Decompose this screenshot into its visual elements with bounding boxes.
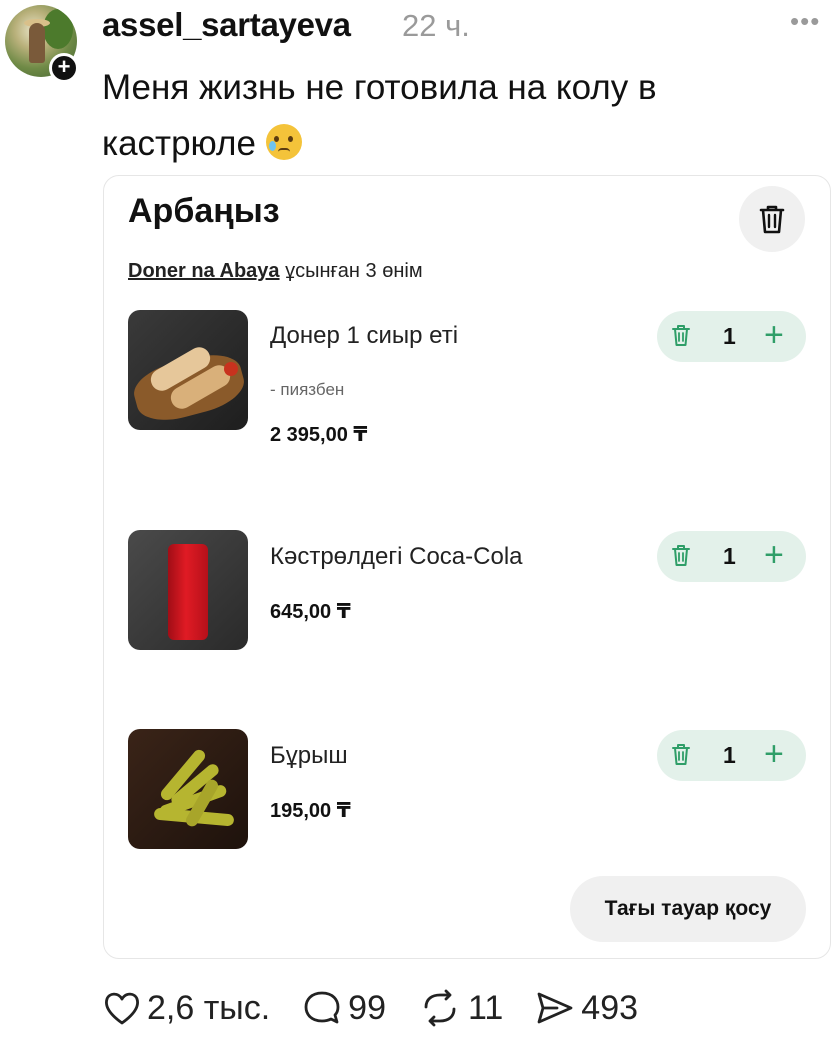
doner-image: [128, 310, 248, 430]
remove-item-trash-icon[interactable]: [671, 743, 691, 772]
pickled-peppers-image: [128, 729, 248, 849]
item-name: Кәстрөлдегі Coca-Cola: [270, 543, 523, 570]
quantity-stepper: 1 +: [657, 311, 806, 362]
cart-card: Арбаңыз Doner na Abaya ұсынған 3 өнім До…: [103, 175, 831, 959]
coca-cola-can-image: [128, 530, 248, 650]
post-time: 22 ч.: [402, 8, 470, 43]
quantity-stepper: 1 +: [657, 730, 806, 781]
plus-icon[interactable]: +: [764, 536, 784, 574]
comment-count: 99: [348, 988, 386, 1027]
clear-cart-button[interactable]: [739, 186, 805, 252]
heart-icon: [105, 992, 139, 1025]
quantity-value: 1: [723, 323, 736, 349]
item-name: Бұрыш: [270, 742, 348, 769]
comment-icon: [304, 991, 340, 1024]
like-button[interactable]: 2,6 тыс.: [103, 989, 270, 1028]
post-action-bar: 2,6 тыс. 99 11 493: [103, 985, 670, 1031]
item-name: Донер 1 сиыр еті: [270, 322, 459, 349]
plus-icon[interactable]: +: [764, 735, 784, 773]
repost-icon: [424, 989, 456, 1027]
cart-title: Арбаңыз: [128, 192, 280, 230]
follow-plus-icon[interactable]: +: [49, 53, 79, 83]
more-horizontal-icon[interactable]: •••: [790, 6, 820, 37]
quantity-value: 1: [723, 543, 736, 569]
trash-icon: [759, 205, 785, 234]
plus-icon[interactable]: +: [764, 316, 784, 354]
username[interactable]: assel_sartayeva: [102, 6, 351, 44]
remove-item-trash-icon[interactable]: [671, 324, 691, 353]
item-price: 645,00 ₸: [270, 601, 351, 623]
like-count: 2,6 тыс.: [147, 988, 271, 1027]
face-holding-back-tears-emoji-icon: [265, 124, 302, 160]
item-price: 2 395,00 ₸: [270, 424, 368, 446]
quantity-value: 1: [723, 742, 736, 768]
share-button[interactable]: 493: [535, 989, 638, 1028]
remove-item-trash-icon[interactable]: [671, 544, 691, 573]
post-text: Меня жизнь не готовила на колу в кастрюл…: [102, 60, 802, 172]
cart-subtitle: Doner na Abaya ұсынған 3 өнім: [128, 260, 423, 283]
cart-subtitle-rest: ұсынған 3 өнім: [279, 260, 423, 282]
send-icon: [537, 992, 573, 1024]
post-text-content: Меня жизнь не готовила на колу в кастрюл…: [102, 68, 657, 163]
comment-button[interactable]: 99: [302, 989, 386, 1028]
vendor-link[interactable]: Doner na Abaya: [128, 260, 280, 282]
add-more-items-button[interactable]: Тағы тауар қосу: [570, 876, 806, 942]
item-modifier: - пиязбен: [270, 380, 345, 399]
repost-count: 11: [468, 988, 504, 1027]
quantity-stepper: 1 +: [657, 531, 806, 582]
repost-button[interactable]: 11: [418, 989, 503, 1028]
share-count: 493: [581, 988, 639, 1027]
item-price: 195,00 ₸: [270, 800, 351, 822]
